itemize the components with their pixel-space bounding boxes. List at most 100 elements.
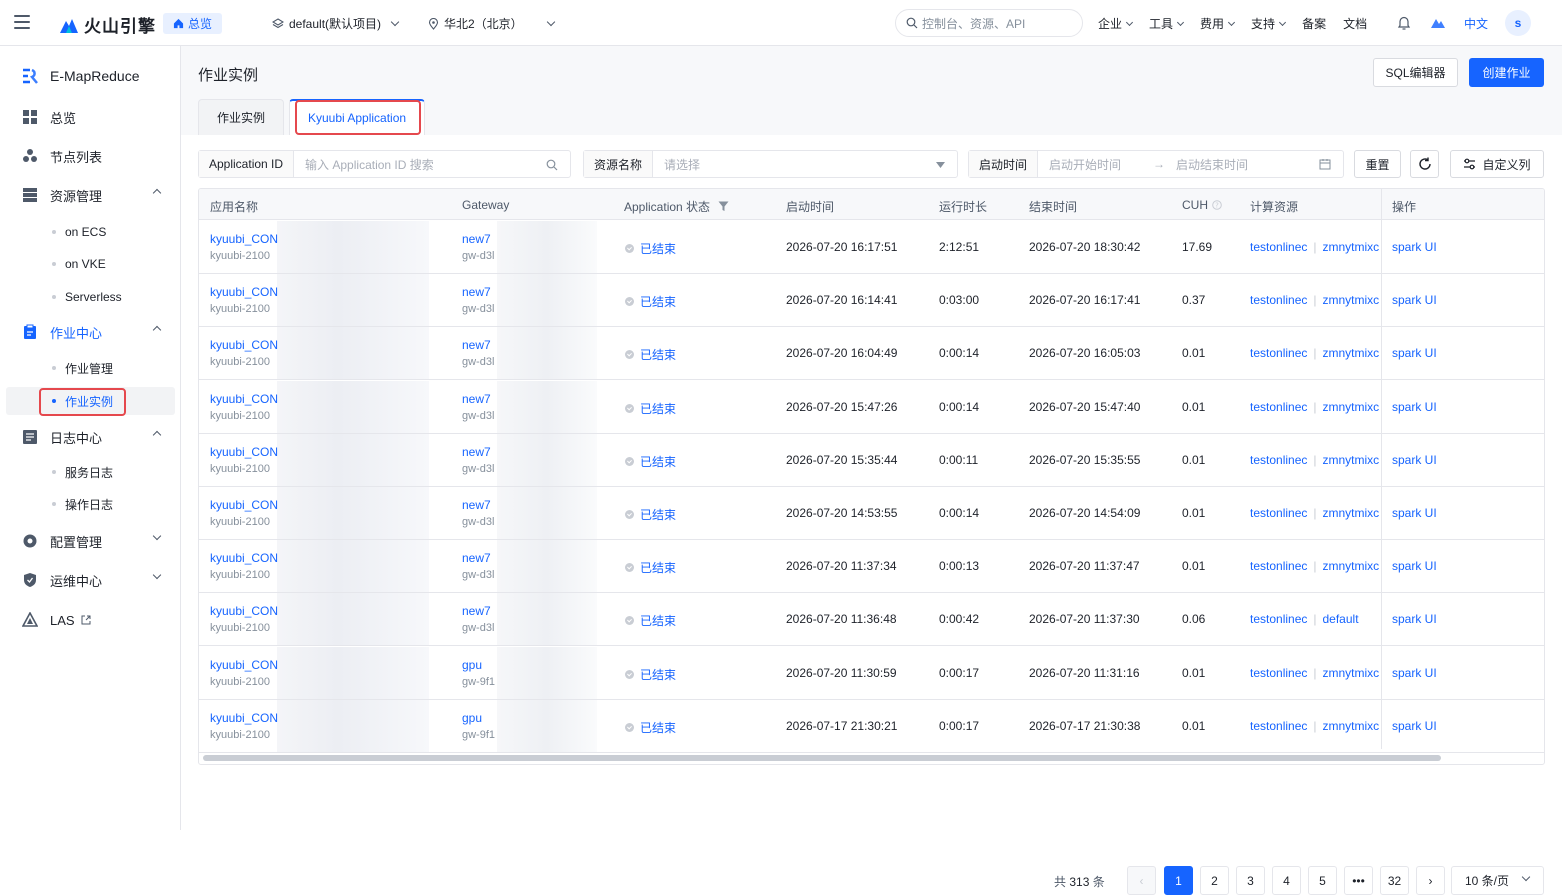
app-name-link[interactable]: kyuubi_CON	[210, 338, 278, 352]
spark-ui-link[interactable]: spark UI	[1392, 612, 1437, 626]
resource-link[interactable]: testonlinec	[1250, 293, 1307, 307]
sidebar-sub-operation-log[interactable]: 操作日志	[52, 494, 113, 514]
start-time-filter[interactable]: 启动时间 启动开始时间 → 启动结束时间	[968, 150, 1344, 178]
search-icon[interactable]	[546, 159, 558, 171]
spark-ui-link[interactable]: spark UI	[1392, 719, 1437, 733]
gateway-link[interactable]: new7	[462, 392, 491, 406]
sidebar-item-config-mgmt[interactable]: 配置管理	[22, 531, 172, 551]
reset-button[interactable]: 重置	[1354, 150, 1401, 178]
resource-link[interactable]: testonlinec	[1250, 612, 1307, 626]
global-search-input[interactable]: 控制台、资源、API	[895, 9, 1083, 37]
page-button[interactable]: 4	[1272, 866, 1301, 895]
project-selector[interactable]: default(默认项目)	[272, 15, 400, 32]
menu-icon[interactable]	[14, 15, 30, 29]
tab-kyuubi-application[interactable]: Kyuubi Application	[289, 99, 426, 135]
page-button[interactable]: 1	[1164, 866, 1193, 895]
resource-name-filter[interactable]: 资源名称 请选择	[583, 150, 958, 178]
nav-billing[interactable]: 费用	[1200, 15, 1236, 32]
language-switch[interactable]: 中文	[1464, 15, 1488, 32]
app-name-link[interactable]: kyuubi_CON	[210, 658, 278, 672]
end-time-input[interactable]: 启动结束时间	[1165, 156, 1248, 173]
queue-link[interactable]: zmnytmixc	[1323, 559, 1380, 573]
spark-ui-link[interactable]: spark UI	[1392, 293, 1437, 307]
gateway-link[interactable]: new7	[462, 498, 491, 512]
sql-editor-button[interactable]: SQL编辑器	[1373, 58, 1458, 87]
start-time-input[interactable]: 启动开始时间	[1038, 156, 1121, 173]
page-button[interactable]: 2	[1200, 866, 1229, 895]
tab-job-instances[interactable]: 作业实例	[198, 99, 285, 135]
spark-ui-link[interactable]: spark UI	[1392, 666, 1437, 680]
sidebar-item-resource-mgmt[interactable]: 资源管理	[22, 185, 172, 205]
application-id-input[interactable]: 输入 Application ID 搜索	[294, 156, 434, 173]
page-button[interactable]: 5	[1308, 866, 1337, 895]
spark-ui-link[interactable]: spark UI	[1392, 400, 1437, 414]
custom-columns-button[interactable]: 自定义列	[1450, 150, 1544, 178]
sidebar-sub-on-ecs[interactable]: on ECS	[52, 222, 106, 242]
prev-page-button[interactable]: ‹	[1127, 866, 1156, 895]
page-size-select[interactable]: 10 条/页	[1451, 866, 1544, 895]
sidebar-item-ops-center[interactable]: 运维中心	[22, 570, 172, 590]
resource-link[interactable]: testonlinec	[1250, 506, 1307, 520]
queue-link[interactable]: default	[1323, 612, 1359, 626]
avatar[interactable]: s	[1505, 10, 1531, 36]
resource-link[interactable]: testonlinec	[1250, 400, 1307, 414]
app-name-link[interactable]: kyuubi_CON	[210, 232, 278, 246]
product-title[interactable]: E-MapReduce	[22, 68, 140, 84]
resource-name-select[interactable]: 请选择	[653, 156, 700, 173]
column-header-status[interactable]: Application 状态	[624, 198, 729, 215]
sidebar-sub-service-log[interactable]: 服务日志	[52, 462, 113, 482]
page-button[interactable]: 32	[1380, 866, 1409, 895]
spark-ui-link[interactable]: spark UI	[1392, 240, 1437, 254]
application-id-filter[interactable]: Application ID 输入 Application ID 搜索	[198, 150, 571, 178]
app-name-link[interactable]: kyuubi_CON	[210, 711, 278, 725]
queue-link[interactable]: zmnytmixc	[1323, 453, 1380, 467]
sidebar-item-job-center[interactable]: 作业中心	[22, 322, 172, 342]
calendar-icon[interactable]	[1319, 158, 1331, 170]
nav-filing[interactable]: 备案	[1302, 15, 1326, 32]
app-name-link[interactable]: kyuubi_CON	[210, 392, 278, 406]
resource-link[interactable]: testonlinec	[1250, 453, 1307, 467]
app-name-link[interactable]: kyuubi_CON	[210, 445, 278, 459]
app-name-link[interactable]: kyuubi_CON	[210, 551, 278, 565]
spark-ui-link[interactable]: spark UI	[1392, 453, 1437, 467]
refresh-button[interactable]	[1410, 150, 1439, 178]
sidebar-sub-job-instances[interactable]: 作业实例	[52, 391, 113, 411]
page-ellipsis-button[interactable]: •••	[1344, 866, 1373, 895]
resource-link[interactable]: testonlinec	[1250, 346, 1307, 360]
nav-tools[interactable]: 工具	[1149, 15, 1185, 32]
bell-icon[interactable]	[1397, 15, 1411, 31]
sidebar-item-nodes[interactable]: 节点列表	[22, 146, 172, 166]
brand-logo[interactable]: 火山引擎	[58, 12, 156, 37]
resource-link[interactable]: testonlinec	[1250, 719, 1307, 733]
next-page-button[interactable]: ›	[1416, 866, 1445, 895]
queue-link[interactable]: zmnytmixc	[1323, 346, 1380, 360]
spark-ui-link[interactable]: spark UI	[1392, 506, 1437, 520]
gateway-link[interactable]: new7	[462, 338, 491, 352]
filter-icon[interactable]	[718, 201, 729, 212]
resource-link[interactable]: testonlinec	[1250, 666, 1307, 680]
queue-link[interactable]: zmnytmixc	[1323, 293, 1380, 307]
gateway-link[interactable]: new7	[462, 445, 491, 459]
queue-link[interactable]: zmnytmixc	[1323, 240, 1380, 254]
queue-link[interactable]: zmnytmixc	[1323, 666, 1380, 680]
spark-ui-link[interactable]: spark UI	[1392, 346, 1437, 360]
region-selector[interactable]: 华北2（北京）	[428, 15, 555, 32]
app-name-link[interactable]: kyuubi_CON	[210, 604, 278, 618]
sidebar-item-las[interactable]: LAS	[22, 610, 172, 630]
app-name-link[interactable]: kyuubi_CON	[210, 285, 278, 299]
page-button[interactable]: 3	[1236, 866, 1265, 895]
gateway-link[interactable]: new7	[462, 232, 491, 246]
create-job-button[interactable]: 创建作业	[1469, 58, 1544, 87]
resource-link[interactable]: testonlinec	[1250, 240, 1307, 254]
gateway-link[interactable]: new7	[462, 604, 491, 618]
queue-link[interactable]: zmnytmixc	[1323, 400, 1380, 414]
gateway-link[interactable]: gpu	[462, 658, 482, 672]
gateway-link[interactable]: new7	[462, 285, 491, 299]
nav-enterprise[interactable]: 企业	[1098, 15, 1134, 32]
queue-link[interactable]: zmnytmixc	[1323, 506, 1380, 520]
queue-link[interactable]: zmnytmixc	[1323, 719, 1380, 733]
sidebar-item-log-center[interactable]: 日志中心	[22, 427, 172, 447]
home-button[interactable]: 总览	[163, 13, 223, 34]
help-icon[interactable]: ?	[1212, 200, 1222, 210]
app-name-link[interactable]: kyuubi_CON	[210, 498, 278, 512]
